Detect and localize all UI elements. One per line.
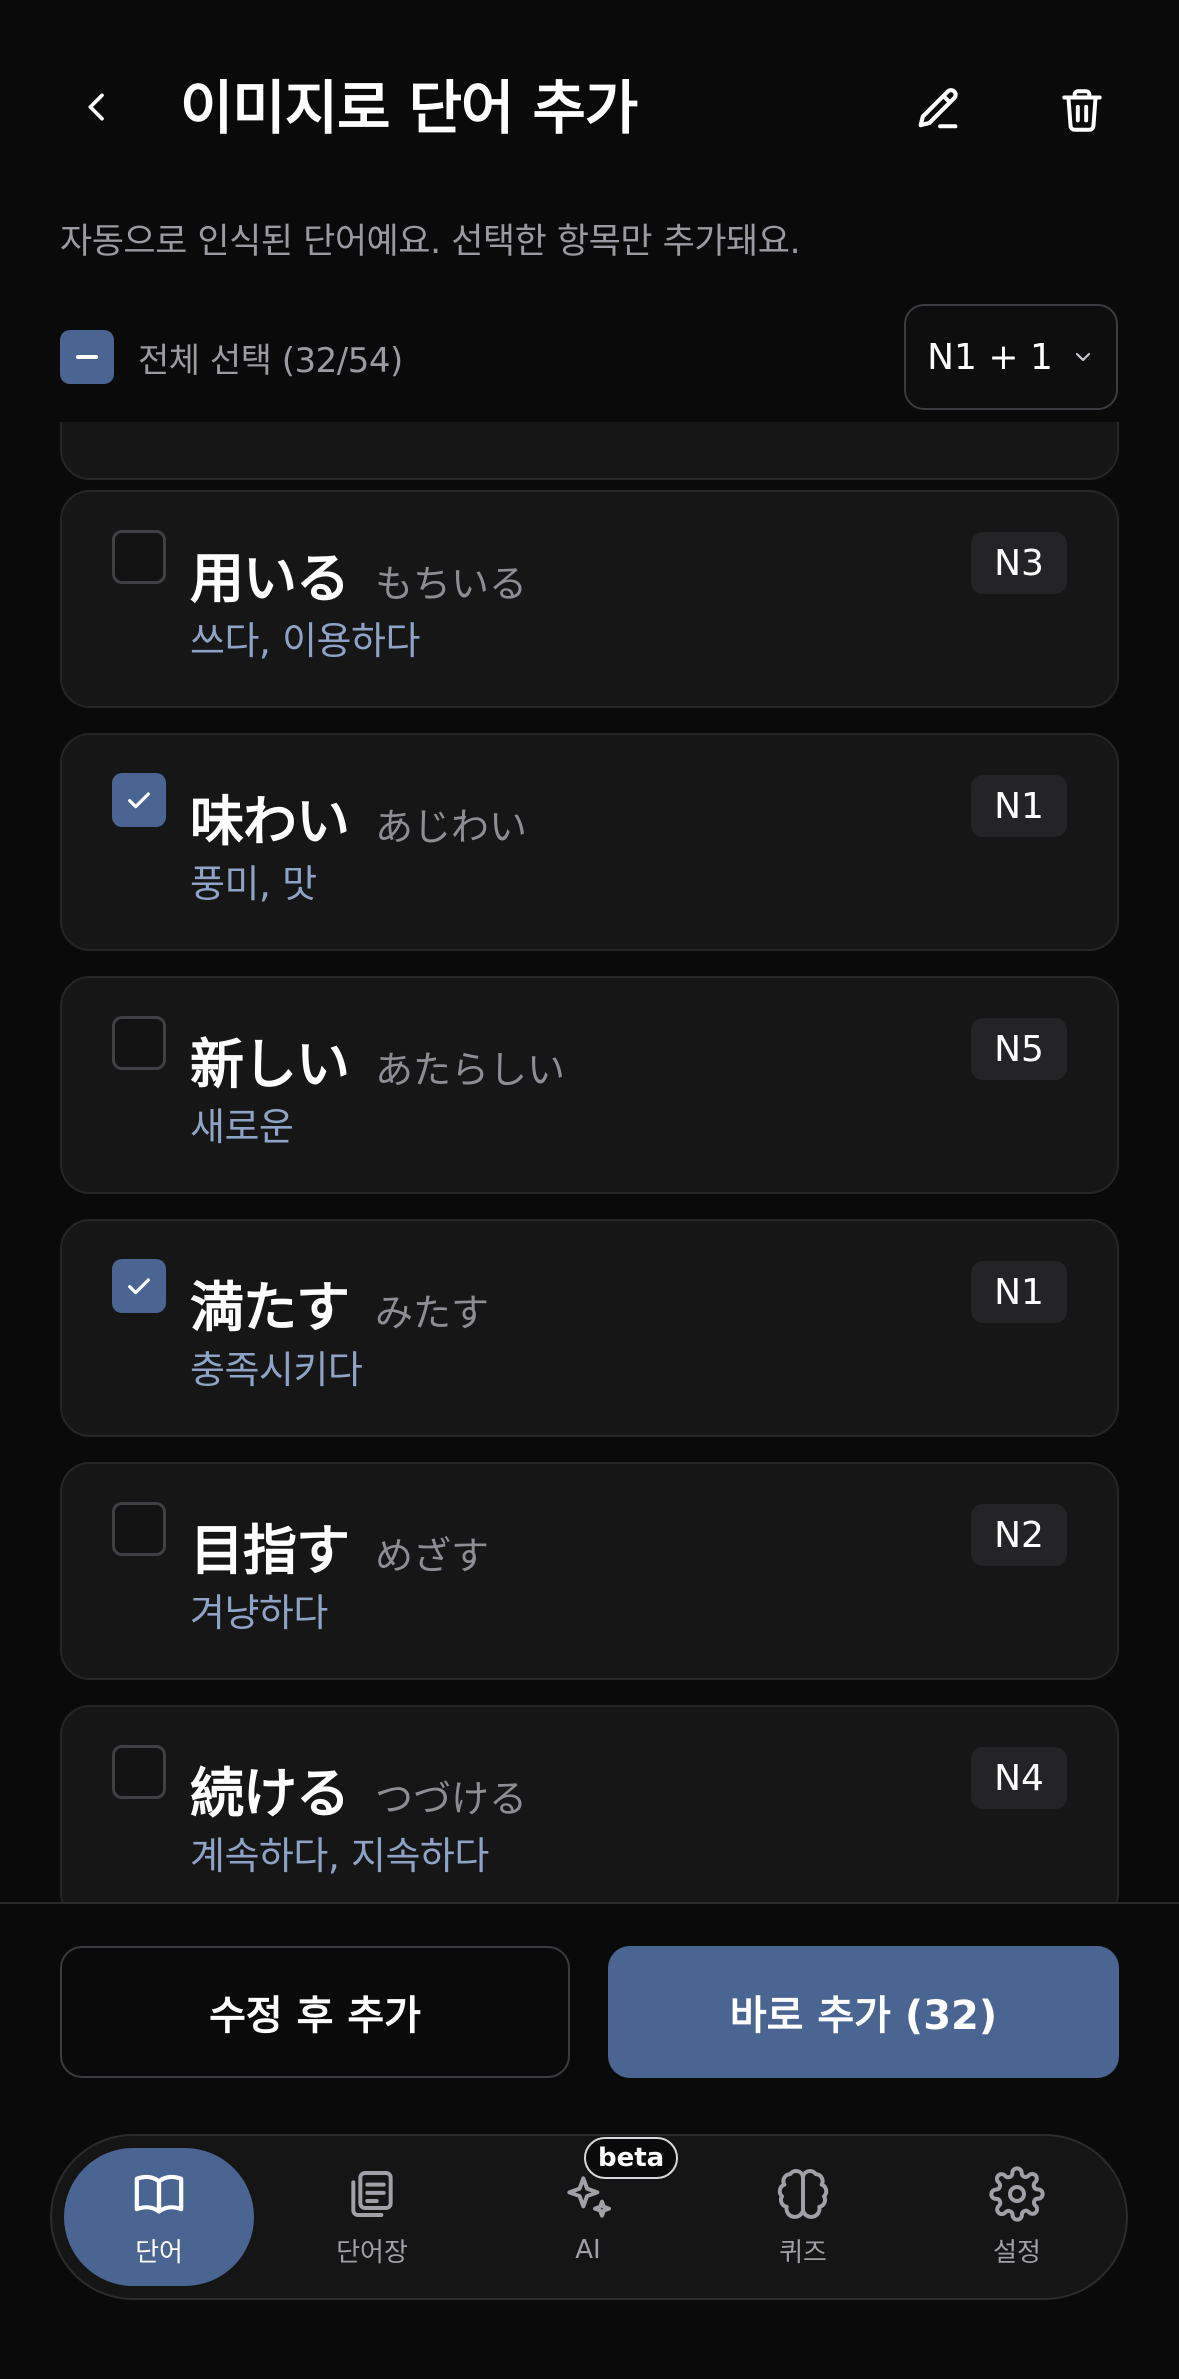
instruction-text: 자동으로 인식된 단어예요. 선택한 항목만 추가돼요. xyxy=(60,222,801,262)
select-all-checkbox[interactable] xyxy=(60,330,114,384)
tab-wordbook[interactable]: 단어장 xyxy=(277,2148,467,2286)
word-text: 満たす xyxy=(190,1276,350,1339)
divider xyxy=(0,1902,1179,1904)
book-open-icon xyxy=(134,2174,184,2214)
add-now-button[interactable]: 바로 추가 (32) xyxy=(608,1946,1119,2078)
brain-icon xyxy=(777,2168,829,2219)
delete-button[interactable] xyxy=(1044,72,1120,148)
header: 이미지로 단어 추가 xyxy=(0,0,1179,215)
add-words-from-image-screen: 이미지로 단어 추가 자동으로 인식된 단어예요. 선택한 항목만 추가돼요. … xyxy=(0,0,1179,2379)
checkbox-unchecked[interactable] xyxy=(112,1745,166,1799)
word-reading: つづける xyxy=(375,1777,528,1821)
word-meaning: 겨냥하다 xyxy=(190,1591,328,1635)
edit-button[interactable] xyxy=(900,72,976,148)
word-list[interactable]: 用いる もちいる 쓰다, 이용하다 N3 味わい あじわい 풍미, 맛 N1 新しい あたらしい 새… xyxy=(0,422,1179,1902)
jlpt-level-badge: N4 xyxy=(971,1747,1067,1809)
checkbox-unchecked[interactable] xyxy=(112,1502,166,1556)
word-text: 続ける xyxy=(190,1762,350,1825)
edit-then-add-button[interactable]: 수정 후 추가 xyxy=(60,1946,570,2078)
word-card-partial[interactable] xyxy=(60,422,1119,480)
minus-icon xyxy=(76,355,98,359)
trash-icon xyxy=(1062,89,1102,132)
gear-icon xyxy=(989,2165,1045,2222)
word-meaning: 새로운 xyxy=(190,1105,294,1149)
word-reading: あじわい xyxy=(375,805,528,849)
jlpt-level-badge: N3 xyxy=(971,532,1067,594)
word-text: 味わい xyxy=(190,790,350,853)
select-all-label: 전체 선택 (32/54) xyxy=(138,340,403,381)
jlpt-level-badge: N2 xyxy=(971,1504,1067,1566)
level-filter-dropdown[interactable]: N1 + 1 xyxy=(904,304,1118,410)
chevron-down-icon xyxy=(1071,345,1095,369)
word-card[interactable]: 味わい あじわい 풍미, 맛 N1 xyxy=(60,733,1119,951)
chevron-left-icon xyxy=(88,93,104,121)
jlpt-level-badge: N5 xyxy=(971,1018,1067,1080)
word-reading: もちいる xyxy=(375,562,528,606)
word-meaning: 풍미, 맛 xyxy=(190,862,317,906)
word-card[interactable]: 続ける つづける 계속하다, 지속하다 N4 xyxy=(60,1705,1119,1902)
word-text: 用いる xyxy=(190,547,350,610)
tab-label: 단어장 xyxy=(336,2237,408,2268)
word-meaning: 계속하다, 지속하다 xyxy=(190,1834,489,1878)
back-button[interactable] xyxy=(62,72,132,142)
word-heading: 新しい あたらしい xyxy=(190,1020,565,1099)
word-reading: あたらしい xyxy=(375,1048,566,1092)
jlpt-level-badge: N1 xyxy=(971,1261,1067,1323)
checkbox-checked[interactable] xyxy=(112,773,166,827)
jlpt-level-badge: N1 xyxy=(971,775,1067,837)
word-heading: 用いる もちいる xyxy=(190,534,527,613)
check-icon xyxy=(128,1278,150,1295)
checkbox-checked[interactable] xyxy=(112,1259,166,1313)
notebook-stack-icon xyxy=(351,2170,393,2217)
tab-label: 퀴즈 xyxy=(779,2237,827,2268)
word-card[interactable]: 新しい あたらしい 새로운 N5 xyxy=(60,976,1119,1194)
select-all-toggle[interactable]: 전체 선택 (32/54) xyxy=(60,330,403,384)
level-filter-label: N1 + 1 xyxy=(927,336,1053,378)
word-card[interactable]: 満たす みたす 충족시키다 N1 xyxy=(60,1219,1119,1437)
tab-quiz[interactable]: 퀴즈 xyxy=(708,2148,898,2286)
word-heading: 目指す めざす xyxy=(190,1506,489,1585)
word-card[interactable]: 用いる もちいる 쓰다, 이용하다 N3 xyxy=(60,490,1119,708)
tab-label: AI xyxy=(575,2235,601,2265)
checkbox-unchecked[interactable] xyxy=(112,1016,166,1070)
tab-settings[interactable]: 설정 xyxy=(922,2148,1112,2286)
tab-label: 단어 xyxy=(135,2237,183,2268)
word-meaning: 쓰다, 이용하다 xyxy=(190,619,420,663)
word-reading: めざす xyxy=(375,1534,490,1578)
pencil-icon xyxy=(918,88,958,129)
word-reading: みたす xyxy=(375,1291,490,1335)
word-heading: 味わい あじわい xyxy=(190,777,527,856)
check-icon xyxy=(128,792,150,809)
tab-words[interactable]: 단어 xyxy=(64,2148,254,2286)
word-text: 目指す xyxy=(190,1519,350,1582)
word-heading: 続ける つづける xyxy=(190,1749,527,1828)
word-text: 新しい xyxy=(190,1033,350,1096)
word-card[interactable]: 目指す めざす 겨냥하다 N2 xyxy=(60,1462,1119,1680)
word-meaning: 충족시키다 xyxy=(190,1348,363,1392)
page-title: 이미지로 단어 추가 xyxy=(180,74,638,142)
checkbox-unchecked[interactable] xyxy=(112,530,166,584)
tab-label: 설정 xyxy=(993,2237,1041,2268)
word-heading: 満たす みたす xyxy=(190,1263,489,1342)
beta-badge: beta xyxy=(584,2137,679,2179)
